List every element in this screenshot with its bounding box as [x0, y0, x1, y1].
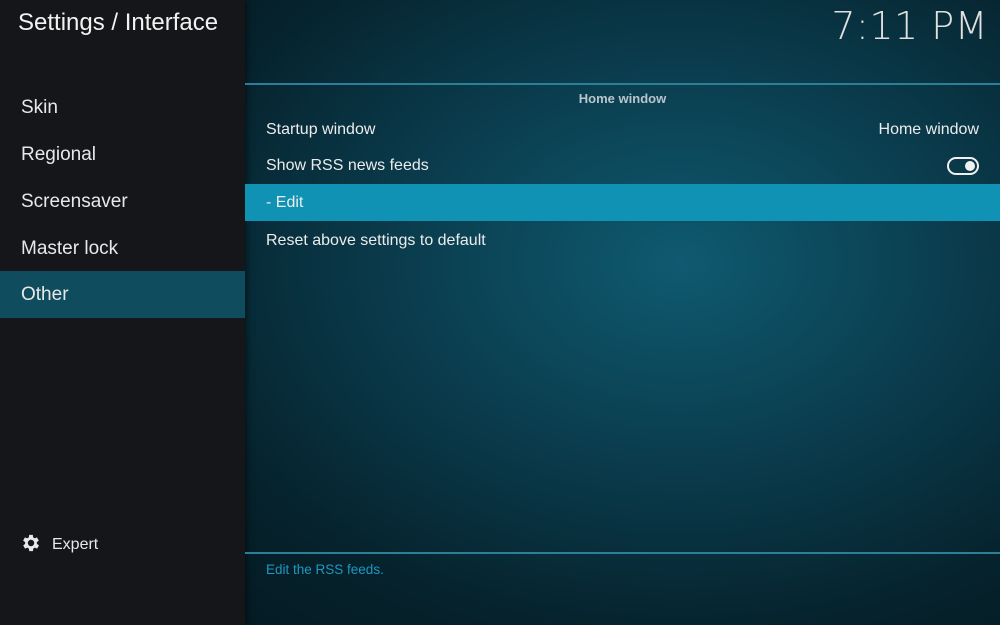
clock: 7:11 PM: [831, 4, 988, 48]
setting-label: Reset above settings to default: [266, 232, 486, 249]
setting-label: Show RSS news feeds: [266, 157, 429, 174]
sidebar-item-regional[interactable]: Regional: [0, 131, 245, 178]
setting-reset-defaults[interactable]: Reset above settings to default: [245, 223, 1000, 259]
help-text: Edit the RSS feeds.: [266, 562, 384, 577]
setting-show-rss-feeds[interactable]: Show RSS news feeds: [245, 148, 1000, 184]
sidebar-item-other[interactable]: Other: [0, 271, 245, 318]
sidebar: Settings / Interface Skin Regional Scree…: [0, 0, 245, 625]
setting-edit-rss[interactable]: - Edit: [245, 184, 1000, 221]
sidebar-item-screensaver[interactable]: Screensaver: [0, 178, 245, 225]
expert-label: Expert: [52, 536, 99, 553]
sidebar-item-skin[interactable]: Skin: [0, 84, 245, 131]
top-divider: [245, 83, 1000, 85]
setting-startup-window[interactable]: Startup window Home window: [245, 112, 1000, 148]
section-title: Home window: [578, 91, 667, 106]
setting-label: Startup window: [266, 121, 376, 138]
expert-level-button[interactable]: Expert: [20, 533, 98, 557]
sidebar-item-master-lock[interactable]: Master lock: [0, 225, 245, 272]
toggle-knob: [965, 161, 975, 171]
page-title: Settings / Interface: [18, 9, 219, 36]
bottom-divider: [245, 552, 1000, 554]
setting-value: Home window: [878, 121, 979, 138]
setting-label: - Edit: [266, 193, 304, 211]
gear-icon: [20, 532, 42, 559]
rss-toggle[interactable]: [947, 157, 979, 175]
